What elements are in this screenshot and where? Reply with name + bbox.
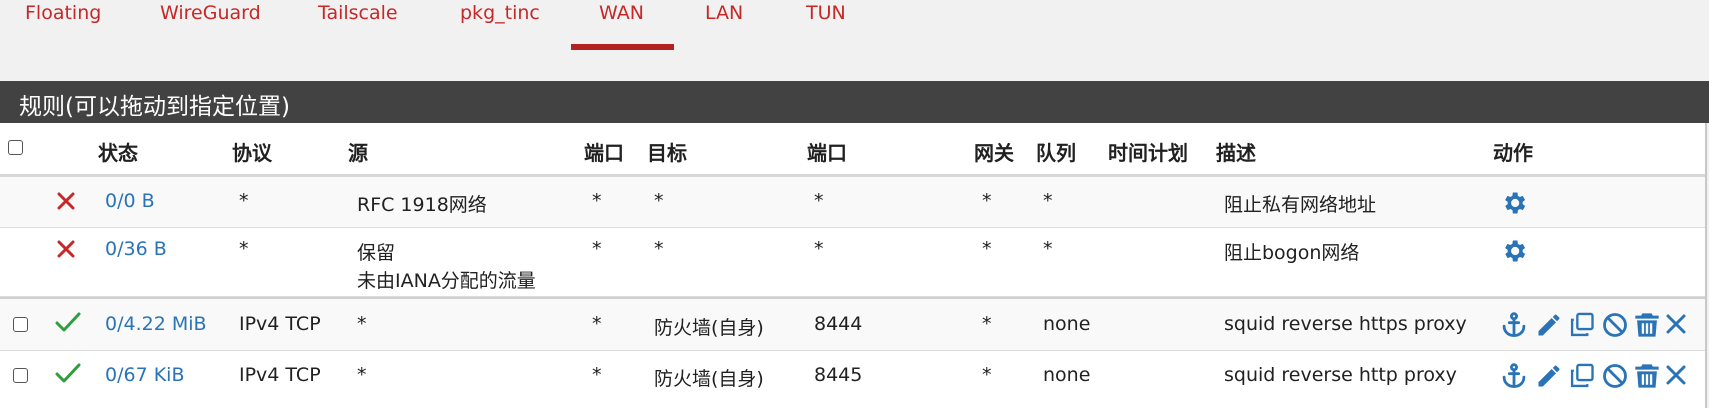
rule-source: * (357, 364, 367, 386)
tab-lan[interactable]: LAN (705, 2, 743, 24)
rule-gateway: * (982, 190, 992, 212)
col-schedule: 时间计划 (1108, 141, 1188, 165)
rule-dest-port: 8445 (814, 364, 863, 386)
col-dest-port: 端口 (807, 141, 847, 165)
rule-queue: none (1043, 313, 1091, 335)
rules-panel-header: 规则(可以拖动到指定位置) (0, 81, 1709, 123)
rule-status-link[interactable]: 0/36 B (105, 238, 167, 260)
rule-destination: * (654, 238, 664, 260)
trash-icon[interactable] (1633, 362, 1661, 390)
copy-icon[interactable] (1568, 362, 1596, 390)
rule-source: RFC 1918网络 (357, 194, 487, 216)
col-actions: 动作 (1493, 141, 1533, 165)
rule-protocol: IPv4 TCP (239, 313, 321, 335)
rule-destination: 防火墙(自身) (654, 317, 764, 339)
tab-tailscale[interactable]: Tailscale (318, 2, 398, 24)
rule-status-link[interactable]: 0/0 B (105, 190, 155, 212)
edit-pencil-icon[interactable] (1535, 362, 1563, 390)
trash-icon[interactable] (1633, 311, 1661, 339)
rule-protocol: * (239, 190, 249, 212)
col-source: 源 (348, 141, 368, 165)
gear-icon[interactable] (1500, 189, 1528, 217)
table-row: 0/4.22 MiB IPv4 TCP * * 防火墙(自身) 8444 * n… (0, 297, 1705, 351)
gear-icon[interactable] (1500, 237, 1528, 265)
rule-gateway: * (982, 238, 992, 260)
edit-pencil-icon[interactable] (1535, 311, 1563, 339)
rule-destination: 防火墙(自身) (654, 368, 764, 390)
col-destination: 目标 (647, 141, 687, 165)
close-icon[interactable] (1664, 312, 1688, 336)
rule-status-link[interactable]: 0/67 KiB (105, 364, 184, 386)
disable-icon[interactable] (1601, 311, 1629, 339)
select-all-checkbox[interactable] (8, 140, 23, 155)
anchor-icon[interactable] (1500, 362, 1528, 390)
rule-destination: * (654, 190, 664, 212)
rule-source-detail: 未由IANA分配的流量 (357, 270, 536, 292)
rule-description: squid reverse http proxy (1224, 364, 1457, 386)
tab-wireguard[interactable]: WireGuard (160, 2, 261, 24)
rule-status-link[interactable]: 0/4.22 MiB (105, 313, 207, 335)
disable-icon[interactable] (1601, 362, 1629, 390)
tab-tun[interactable]: TUN (806, 2, 846, 24)
block-x-icon (57, 240, 75, 258)
rule-source-port: * (592, 364, 602, 386)
rule-queue: none (1043, 364, 1091, 386)
rule-gateway: * (982, 364, 992, 386)
rule-dest-port: 8444 (814, 313, 863, 335)
rules-table: 状态 协议 源 端口 目标 端口 网关 队列 时间计划 描述 动作 0/0 B … (0, 123, 1707, 408)
rule-description: 阻止私有网络地址 (1224, 194, 1377, 216)
rule-source-port: * (592, 313, 602, 335)
rule-source-port: * (592, 190, 602, 212)
close-icon[interactable] (1664, 363, 1688, 387)
rule-dest-port: * (814, 190, 824, 212)
rule-description: squid reverse https proxy (1224, 313, 1467, 335)
row-select-checkbox[interactable] (13, 317, 28, 332)
col-description: 描述 (1216, 141, 1256, 165)
rule-protocol: * (239, 238, 249, 260)
panel-title: 规则(可以拖动到指定位置) (19, 94, 290, 120)
col-queue: 队列 (1036, 141, 1076, 165)
tab-bar: Floating WireGuard Tailscale pkg_tinc WA… (0, 0, 1709, 52)
table-row: 0/36 B * 保留 未由IANA分配的流量 * * * * * 阻止bogo… (0, 228, 1705, 297)
col-gateway: 网关 (974, 141, 1014, 165)
rule-gateway: * (982, 313, 992, 335)
rule-source: * (357, 313, 367, 335)
tab-pkg-tinc[interactable]: pkg_tinc (460, 2, 540, 24)
table-row: 0/67 KiB IPv4 TCP * * 防火墙(自身) 8445 * non… (0, 350, 1705, 408)
col-protocol: 协议 (232, 141, 272, 165)
tab-wan[interactable]: WAN (599, 2, 644, 24)
rule-queue: * (1043, 238, 1053, 260)
table-row: 0/0 B * RFC 1918网络 * * * * * 阻止私有网络地址 (0, 177, 1705, 228)
rule-protocol: IPv4 TCP (239, 364, 321, 386)
rule-dest-port: * (814, 238, 824, 260)
rule-source-port: * (592, 238, 602, 260)
rule-source: 保留 (357, 242, 396, 264)
rule-queue: * (1043, 190, 1053, 212)
tab-floating[interactable]: Floating (25, 2, 101, 24)
anchor-icon[interactable] (1500, 311, 1528, 339)
copy-icon[interactable] (1568, 311, 1596, 339)
active-tab-indicator (571, 44, 674, 50)
col-status: 状态 (98, 141, 138, 165)
col-source-port: 端口 (584, 141, 624, 165)
row-select-checkbox[interactable] (13, 368, 28, 383)
rule-description: 阻止bogon网络 (1224, 242, 1360, 264)
block-x-icon (57, 192, 75, 210)
table-header: 状态 协议 源 端口 目标 端口 网关 队列 时间计划 描述 动作 (0, 123, 1705, 177)
pass-check-icon (55, 311, 81, 333)
pass-check-icon (55, 362, 81, 384)
